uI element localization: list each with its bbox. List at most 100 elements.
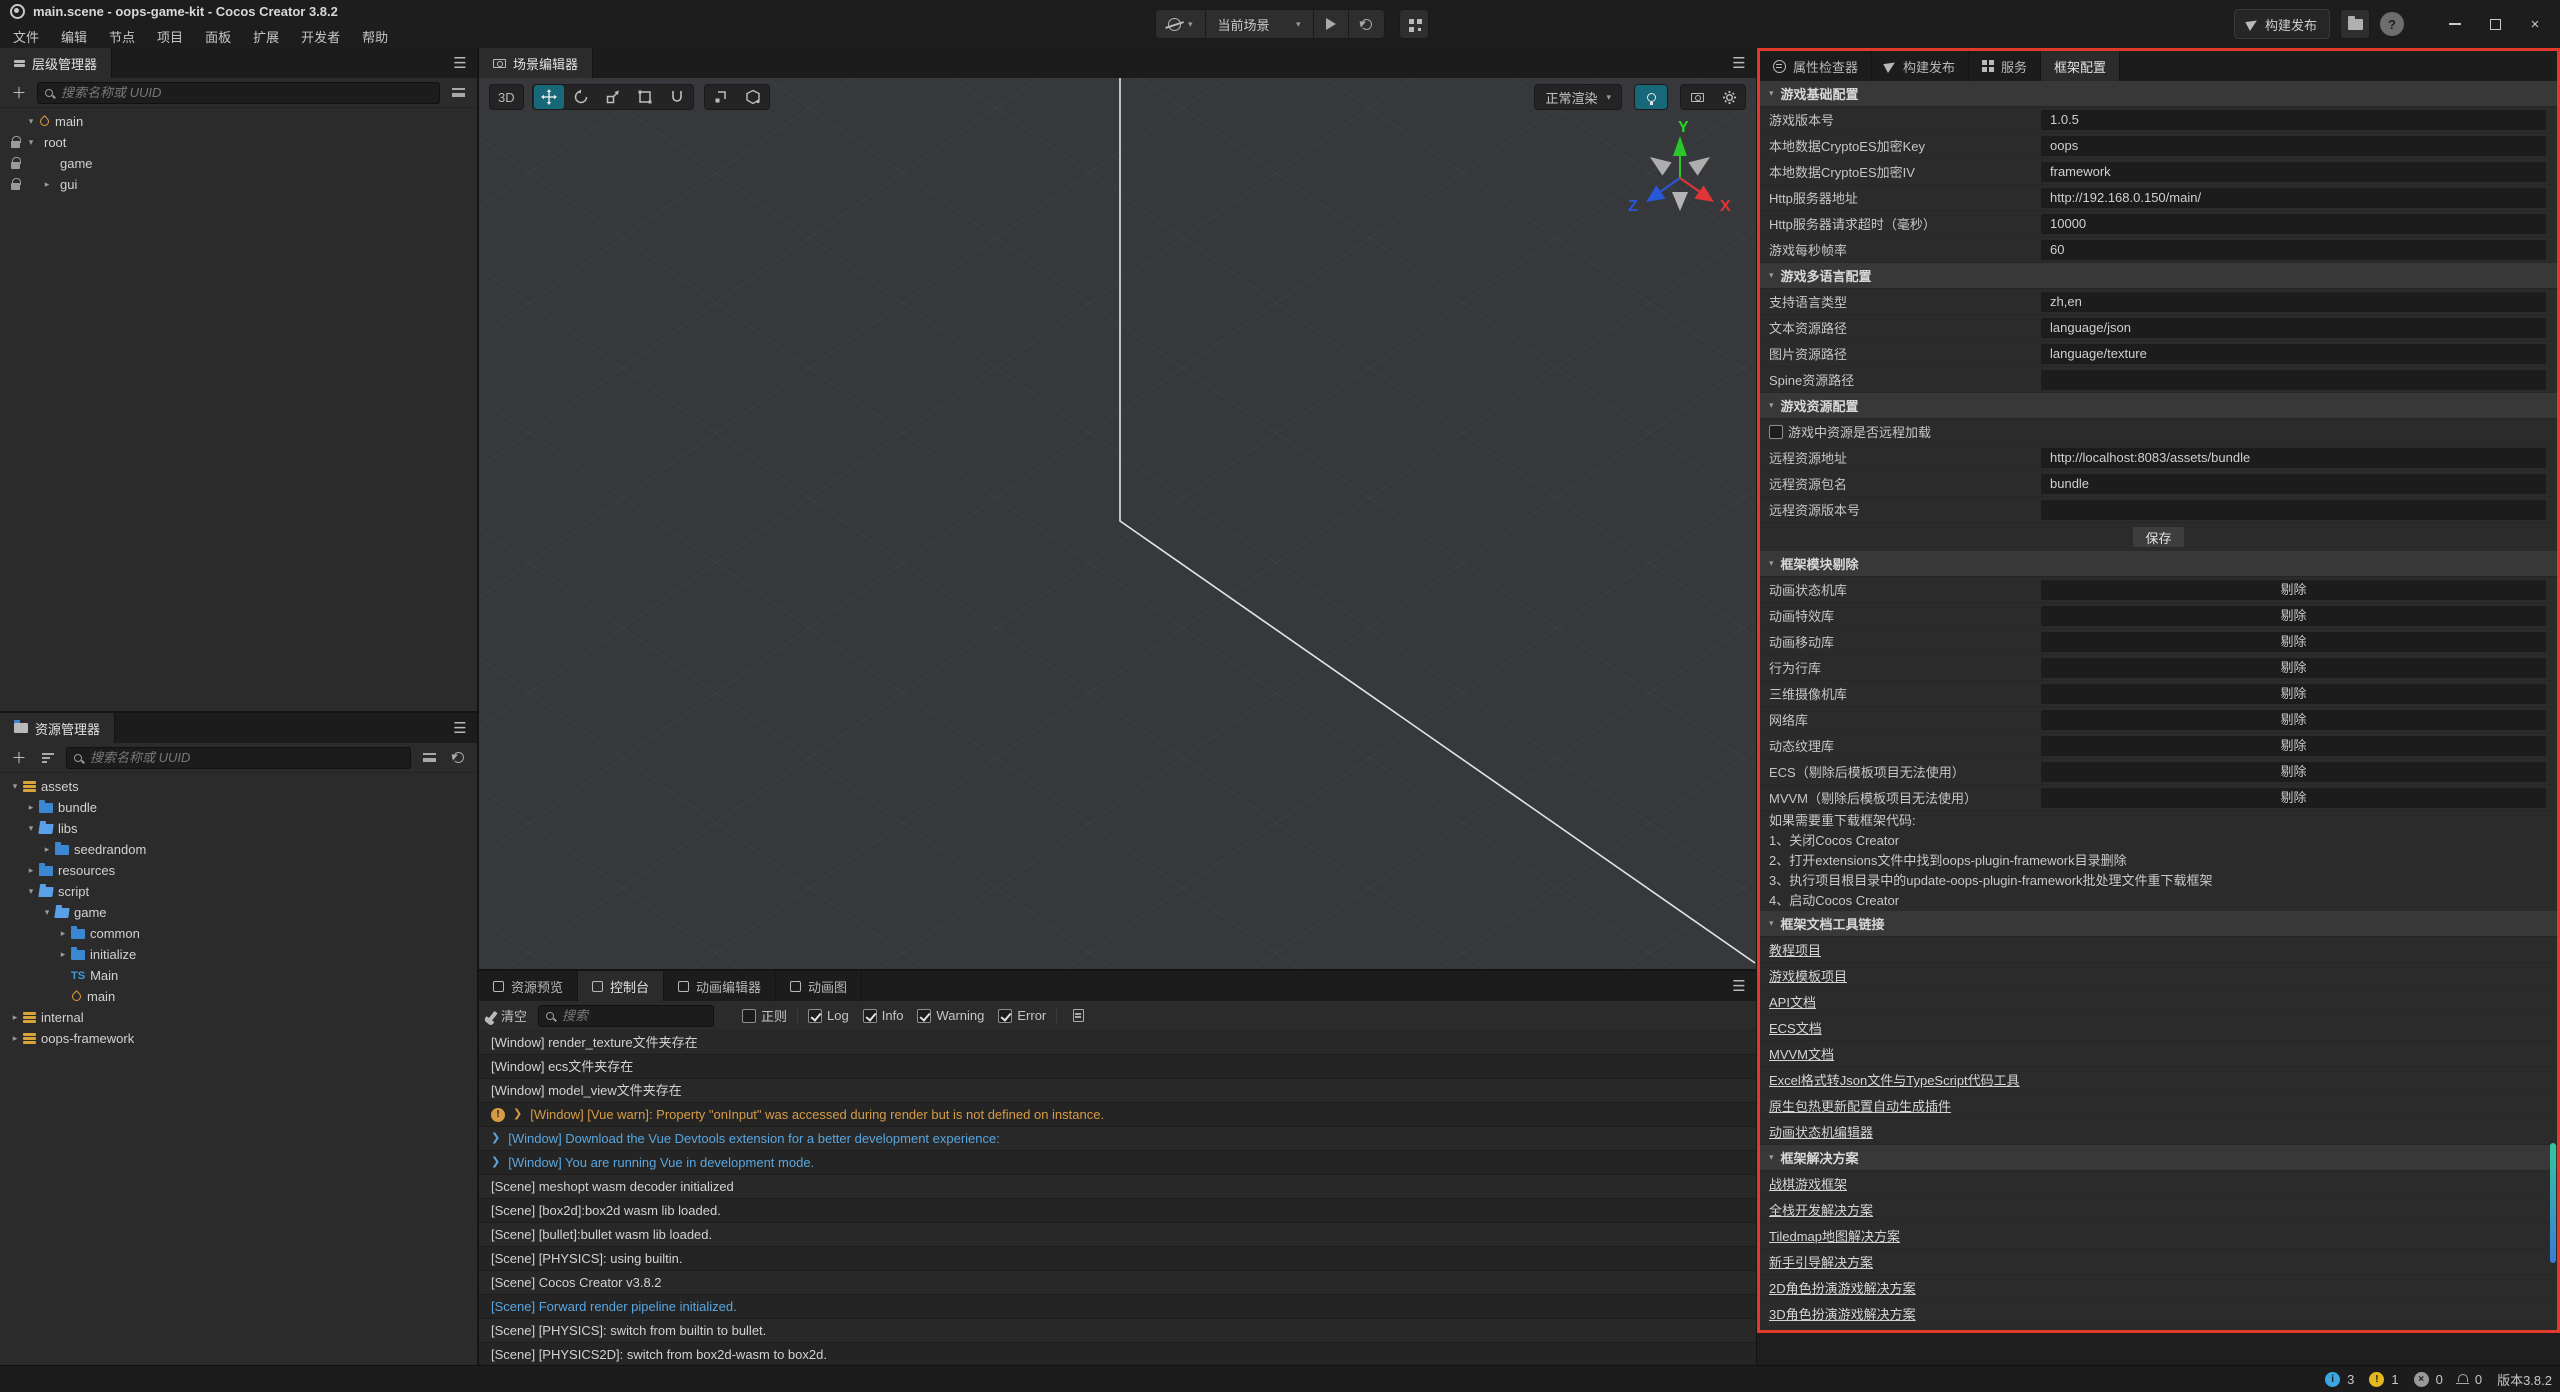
hierarchy-filter-button[interactable] [447,82,469,104]
log-row[interactable]: [Window] model_view文件夹存在 [479,1079,1756,1103]
chevron-down-icon[interactable]: ▾ [23,886,39,897]
field-input[interactable] [2041,318,2546,338]
tab-控制台[interactable]: 控制台 [578,971,664,1001]
console-menu-button[interactable]: ☰ [1722,971,1756,1001]
trim-button[interactable]: 剔除 [2041,632,2546,652]
field-input[interactable] [2041,110,2546,130]
hierarchy-node[interactable]: ▸gui [0,174,477,195]
log-row[interactable]: [Scene] [PHYSICS2D]: switch from box2d-w… [479,1343,1756,1365]
doc-link[interactable]: 游戏模板项目 [1769,966,1847,985]
chevron-right-icon[interactable]: ❯ [491,1151,500,1174]
toggle-3d-button[interactable]: 3D [489,84,524,110]
doc-link[interactable]: 动画状态机编辑器 [1769,1122,1873,1141]
doc-link[interactable]: Excel格式转Json文件与TypeScript代码工具 [1769,1070,2020,1089]
chevron-right-icon[interactable]: ▸ [23,802,39,813]
scene-viewport[interactable]: Y X Z [479,78,1756,969]
doc-link[interactable]: 3D角色扮演游戏解决方案 [1769,1304,1916,1323]
log-row[interactable]: [Window] render_texture文件夹存在 [479,1031,1756,1055]
trim-button[interactable]: 剔除 [2041,580,2546,600]
asset-node[interactable]: ▾game [0,902,477,923]
console-log-file-button[interactable] [1067,1005,1089,1027]
asset-node[interactable]: main [0,986,477,1007]
log-row[interactable]: [Scene] Forward render pipeline initiali… [479,1295,1756,1319]
create-asset-button[interactable]: ＋ [8,747,30,769]
tab-属性检查器[interactable]: 属性检查器 [1760,51,1872,81]
rect-tool-button[interactable] [630,85,660,109]
asset-node[interactable]: ▸bundle [0,797,477,818]
trim-button[interactable]: 剔除 [2041,606,2546,626]
asset-node[interactable]: ▾libs [0,818,477,839]
doc-link[interactable]: 全栈开发解决方案 [1769,1200,1873,1219]
move-tool-button[interactable] [534,85,564,109]
menu-item[interactable]: 面板 [194,27,242,46]
assets-filter-button[interactable] [418,747,440,769]
console-search-input[interactable] [560,1007,706,1024]
filter-info-checkbox[interactable]: Info [863,1008,904,1023]
chevron-down-icon[interactable]: ▾ [7,781,23,792]
doc-link[interactable]: 原生包热更新配置自动生成插件 [1769,1096,1951,1115]
console-log-list[interactable]: [Window] render_texture文件夹存在[Window] ecs… [479,1031,1756,1365]
asset-node[interactable]: ▸oops-framework [0,1028,477,1049]
chevron-down-icon[interactable]: ▾ [39,907,55,918]
tab-框架配置[interactable]: 框架配置 [2041,51,2120,81]
doc-link[interactable]: 战棋游戏框架 [1769,1174,1847,1193]
section-header[interactable]: ▾游戏基础配置 [1760,81,2557,107]
field-input[interactable] [2041,162,2546,182]
pivot-toggle-button[interactable] [706,85,736,109]
field-input[interactable] [2041,500,2546,520]
chevron-right-icon[interactable]: ▸ [39,844,55,855]
hierarchy-node[interactable]: ▾root [0,132,477,153]
chevron-down-icon[interactable]: ▾ [23,823,39,834]
menu-item[interactable]: 开发者 [290,27,351,46]
maximize-button[interactable] [2480,9,2510,39]
menu-item[interactable]: 项目 [146,27,194,46]
field-input[interactable] [2041,344,2546,364]
hierarchy-search-input[interactable] [59,84,432,101]
doc-link[interactable]: 新手引导解决方案 [1769,1252,1873,1271]
console-clear-button[interactable]: 清空 [487,1005,531,1027]
field-input[interactable] [2041,448,2546,468]
assets-refresh-button[interactable] [447,747,469,769]
chevron-down-icon[interactable]: ▾ [23,137,39,148]
close-button[interactable]: × [2520,9,2550,39]
build-publish-button[interactable]: 构建发布 [2234,9,2330,39]
transform-gizmo-button[interactable] [662,85,692,109]
asset-node[interactable]: ▸resources [0,860,477,881]
device-preview-button[interactable] [1399,9,1429,39]
log-row[interactable]: [Scene] [PHYSICS]: using builtin. [479,1247,1756,1271]
doc-link[interactable]: API文档 [1769,992,1816,1011]
asset-node[interactable]: ▸initialize [0,944,477,965]
reload-button[interactable] [1349,10,1384,38]
trim-button[interactable]: 剔除 [2041,762,2546,782]
field-input[interactable] [2041,292,2546,312]
chevron-right-icon[interactable]: ▸ [55,928,71,939]
chevron-right-icon[interactable]: ❯ [513,1103,522,1126]
field-input[interactable] [2041,136,2546,156]
log-row[interactable]: [Scene] Cocos Creator v3.8.2 [479,1271,1756,1295]
filter-log-checkbox[interactable]: Log [808,1008,849,1023]
section-header[interactable]: ▾游戏资源配置 [1760,393,2557,419]
minimize-button[interactable] [2440,9,2470,39]
log-row[interactable]: [Scene] [box2d]:box2d wasm lib loaded. [479,1199,1756,1223]
menu-item[interactable]: 帮助 [351,27,399,46]
asset-node[interactable]: ▾assets [0,776,477,797]
help-button[interactable]: ? [2380,12,2404,36]
assets-menu-button[interactable]: ☰ [443,713,477,743]
hierarchy-menu-button[interactable]: ☰ [443,48,477,78]
hierarchy-node[interactable]: game [0,153,477,174]
field-input[interactable] [2041,474,2546,494]
regex-checkbox[interactable]: 正则 [742,1006,787,1025]
menu-item[interactable]: 编辑 [50,27,98,46]
field-input[interactable] [2041,188,2546,208]
tab-scene-editor[interactable]: 场景编辑器 [479,48,593,78]
asset-node[interactable]: ▾script [0,881,477,902]
scene-settings-button[interactable] [1714,85,1744,109]
tab-服务[interactable]: 服务 [1969,51,2041,81]
menu-item[interactable]: 扩展 [242,27,290,46]
log-row[interactable]: [Window] ecs文件夹存在 [479,1055,1756,1079]
tab-资源预览[interactable]: 资源预览 [479,971,578,1001]
chevron-right-icon[interactable]: ▸ [7,1033,23,1044]
log-row[interactable]: [Scene] [bullet]:bullet wasm lib loaded. [479,1223,1756,1247]
tab-assets[interactable]: 资源管理器 [0,713,115,743]
menu-item[interactable]: 节点 [98,27,146,46]
